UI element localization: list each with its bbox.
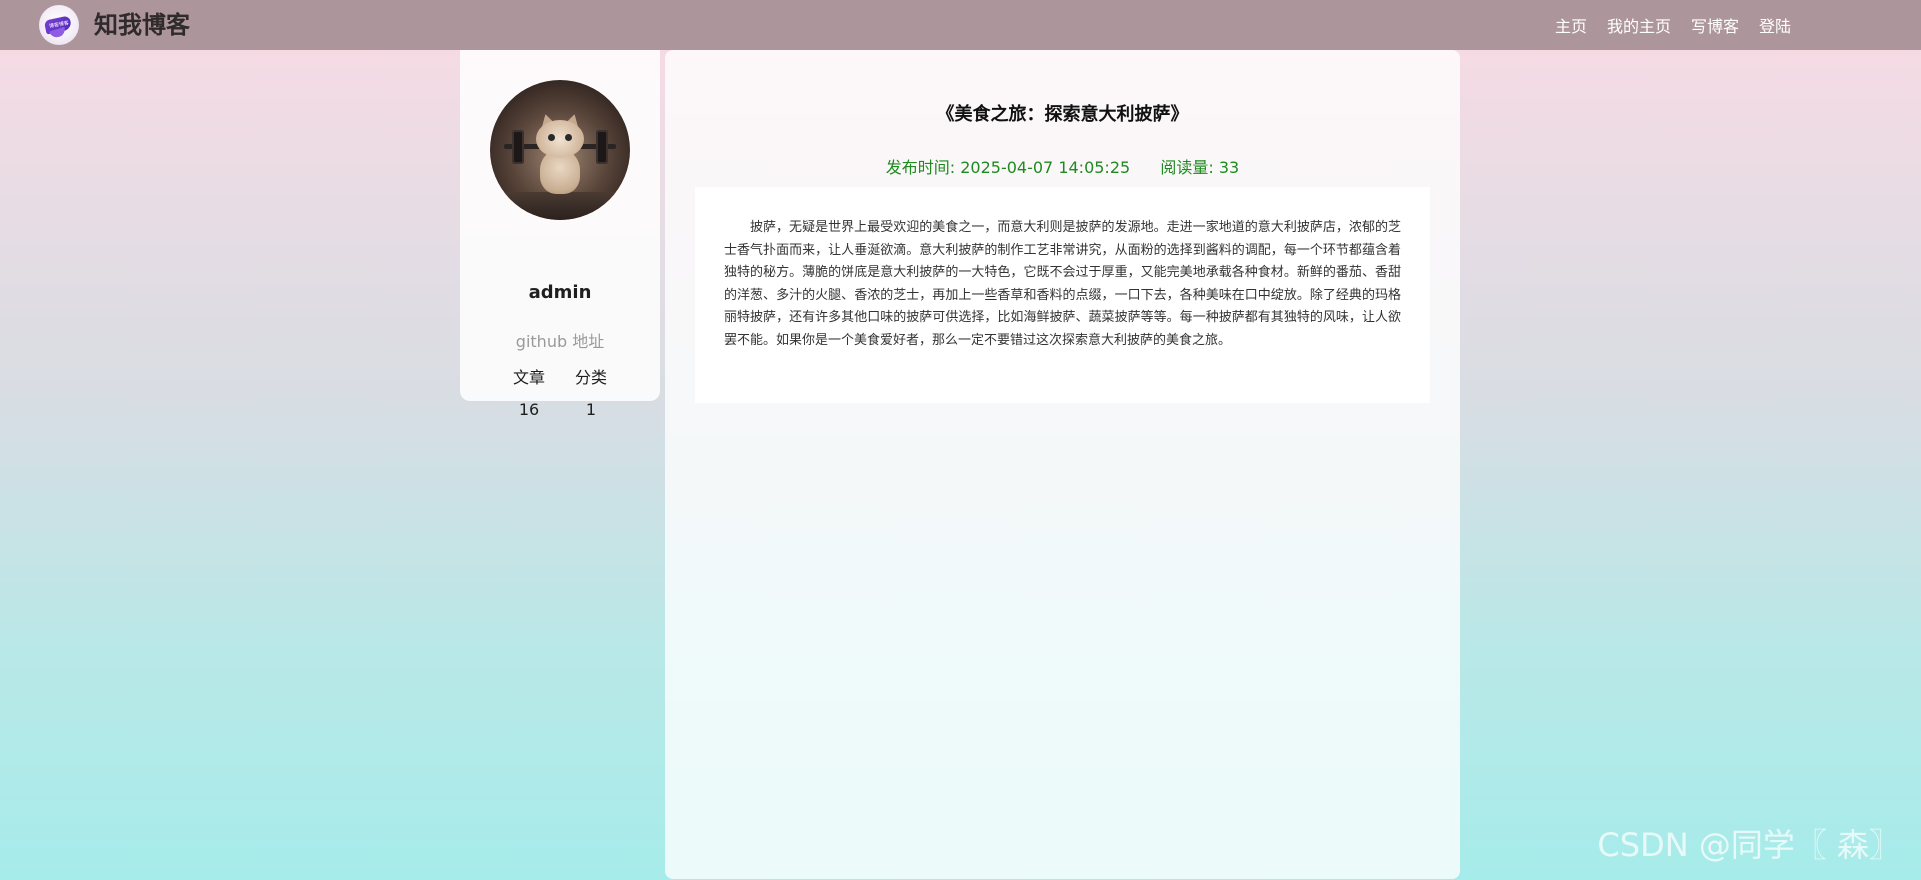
publish-time-label: 发布时间: bbox=[885, 158, 956, 177]
username: admin bbox=[528, 282, 592, 303]
nav-links: 主页 我的主页 写博客 登陆 bbox=[1555, 0, 1791, 50]
github-link[interactable]: github 地址 bbox=[460, 328, 660, 352]
profile-card: admin github 地址 文章 16 分类 1 bbox=[460, 50, 660, 419]
nav-my-home-link[interactable]: 我的主页 bbox=[1607, 13, 1671, 37]
avatar-barbell-plate-right bbox=[596, 130, 608, 164]
article-title: 《美食之旅：探索意大利披萨》 bbox=[936, 104, 1189, 125]
article-content-box: 披萨，无疑是世界上最受欢迎的美食之一，而意大利则是披萨的发源地。走进一家地道的意… bbox=[695, 187, 1430, 403]
avatar-cat-head bbox=[536, 120, 584, 158]
nav-home-link[interactable]: 主页 bbox=[1555, 13, 1587, 37]
top-navbar: 博客博客 知我博客 主页 我的主页 写博客 登陆 bbox=[0, 0, 1921, 50]
stat-articles-value: 16 bbox=[518, 400, 540, 419]
avatar-barbell-plate-left bbox=[512, 130, 524, 164]
publish-time: 2025-04-07 14:05:25 bbox=[960, 158, 1131, 177]
stat-categories-value: 1 bbox=[585, 400, 597, 419]
avatar-cat-eye-right bbox=[565, 134, 572, 141]
site-name: 知我博客 bbox=[94, 11, 190, 39]
views-label: 阅读量: bbox=[1160, 158, 1214, 177]
nav-login-link[interactable]: 登陆 bbox=[1759, 13, 1791, 37]
stat-categories: 分类 1 bbox=[575, 364, 607, 419]
article-content: 披萨，无疑是世界上最受欢迎的美食之一，而意大利则是披萨的发源地。走进一家地道的意… bbox=[724, 220, 1401, 348]
stat-categories-label: 分类 bbox=[575, 368, 608, 387]
site-logo-icon[interactable]: 博客博客 bbox=[39, 5, 79, 45]
csdn-watermark: CSDN @同学〖 森〗 bbox=[1597, 826, 1901, 864]
stat-articles-label: 文章 bbox=[512, 368, 545, 387]
profile-stats: 文章 16 分类 1 bbox=[460, 364, 660, 419]
stat-articles: 文章 16 bbox=[513, 364, 545, 419]
article-meta: 发布时间: 2025-04-07 14:05:25 阅读量: 33 bbox=[665, 154, 1460, 178]
avatar-cat-eye-left bbox=[548, 134, 555, 141]
nav-write-blog-link[interactable]: 写博客 bbox=[1691, 13, 1739, 37]
views-count: 33 bbox=[1218, 158, 1240, 177]
avatar-floor bbox=[490, 192, 630, 220]
article-card: 《美食之旅：探索意大利披萨》 发布时间: 2025-04-07 14:05:25… bbox=[665, 50, 1460, 879]
avatar bbox=[490, 80, 630, 220]
